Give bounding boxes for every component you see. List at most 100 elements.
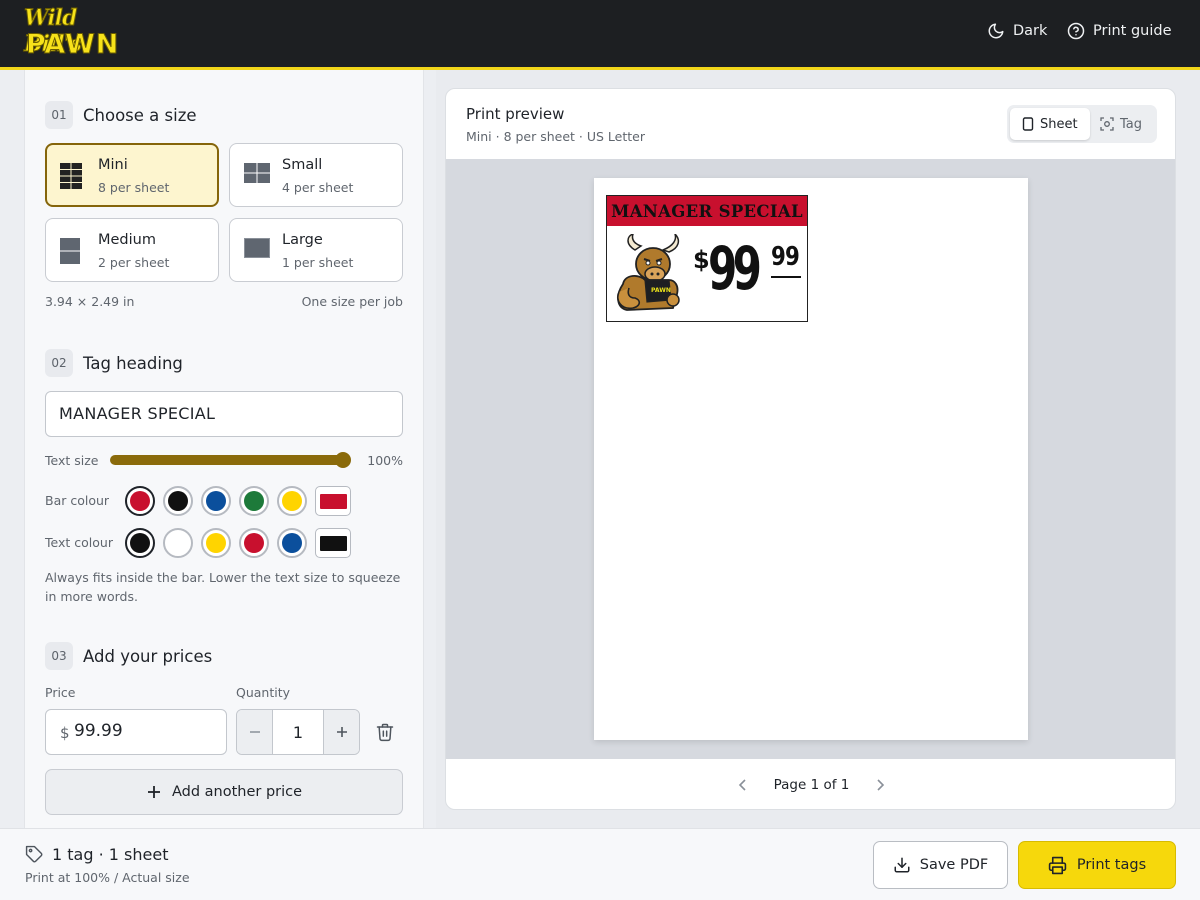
bar-colour-blue-swatch[interactable] bbox=[201, 486, 231, 516]
paper-sheet: MANAGER SPECIAL PAWN $ 99 99 bbox=[594, 178, 1028, 740]
price-label: Price bbox=[45, 685, 76, 700]
moon-icon bbox=[988, 23, 1004, 39]
job-summary-text: 1 tag · 1 sheet bbox=[52, 845, 169, 864]
size-per-sheet: 1 per sheet bbox=[282, 255, 354, 270]
step-number: 03 bbox=[45, 642, 73, 670]
logo[interactable]: Wild Bill's PAWN bbox=[24, 5, 132, 63]
price-input[interactable]: $ 99.99 bbox=[45, 709, 227, 755]
preview-mode-toggle: Sheet Tag bbox=[1007, 105, 1157, 143]
size-note: One size per job bbox=[301, 294, 403, 309]
printer-icon bbox=[1048, 856, 1067, 874]
swatch-fill bbox=[282, 491, 302, 511]
swatch-fill bbox=[168, 491, 188, 511]
print-preview-panel: Print preview Mini · 8 per sheet · US Le… bbox=[445, 88, 1176, 810]
job-summary: 1 tag · 1 sheet bbox=[25, 845, 168, 864]
chevron-right-icon[interactable] bbox=[873, 778, 887, 792]
tab-tag[interactable]: Tag bbox=[1088, 108, 1154, 140]
trash-icon[interactable] bbox=[375, 722, 395, 742]
quantity-stepper[interactable]: 1 bbox=[236, 709, 360, 755]
save-pdf-label: Save PDF bbox=[919, 857, 989, 873]
step-number: 02 bbox=[45, 349, 73, 377]
tag-cents-underline bbox=[771, 276, 801, 278]
svg-text:PAWN: PAWN bbox=[651, 287, 671, 294]
step-title: Choose a size bbox=[83, 105, 197, 125]
quantity-value[interactable]: 1 bbox=[273, 723, 323, 742]
text-colour-red-swatch[interactable] bbox=[239, 528, 269, 558]
size-option-medium[interactable]: Medium 2 per sheet bbox=[45, 218, 219, 282]
quantity-label: Quantity bbox=[236, 685, 291, 700]
help-circle-icon bbox=[1067, 22, 1085, 40]
add-price-label: Add another price bbox=[171, 784, 303, 800]
size-per-sheet: 2 per sheet bbox=[98, 255, 170, 270]
size-per-sheet: 4 per sheet bbox=[282, 180, 354, 195]
add-price-button[interactable]: Add another price bbox=[45, 769, 403, 815]
preview-canvas: MANAGER SPECIAL PAWN $ 99 99 bbox=[446, 159, 1175, 759]
text-colour-black-swatch[interactable] bbox=[125, 528, 155, 558]
bar-colour-red-swatch[interactable] bbox=[125, 486, 155, 516]
print-tags-button[interactable]: Print tags bbox=[1018, 841, 1176, 889]
text-colour-label: Text colour bbox=[45, 535, 113, 550]
step-choose-size: 01 Choose a size bbox=[45, 101, 197, 129]
increment-button[interactable] bbox=[323, 710, 359, 754]
tag-icon bbox=[25, 845, 43, 863]
custom-colour-fill bbox=[320, 536, 347, 551]
text-colour-blue-swatch[interactable] bbox=[277, 528, 307, 558]
text-colour-white-swatch[interactable] bbox=[163, 528, 193, 558]
text-size-slider[interactable] bbox=[110, 455, 350, 465]
price-tag[interactable]: MANAGER SPECIAL PAWN $ 99 99 bbox=[606, 195, 808, 322]
text-size-slider-thumb[interactable] bbox=[335, 452, 351, 468]
tab-sheet[interactable]: Sheet bbox=[1010, 108, 1090, 140]
print-tags-label: Print tags bbox=[1076, 857, 1147, 873]
tab-sheet-label: Sheet bbox=[1040, 116, 1078, 132]
size-option-small[interactable]: Small 4 per sheet bbox=[229, 143, 403, 207]
page-indicator: Page 1 of 1 bbox=[773, 777, 850, 793]
settings-panel: 01 Choose a size Mini 8 per sheet Small … bbox=[24, 70, 424, 828]
bar-colour-yellow-swatch[interactable] bbox=[277, 486, 307, 516]
text-size-value: 100% bbox=[367, 453, 403, 468]
bull-mascot-icon: PAWN bbox=[617, 234, 680, 311]
size-name: Large bbox=[282, 232, 323, 248]
tag-heading-text: MANAGER SPECIAL bbox=[611, 201, 803, 221]
step-title: Add your prices bbox=[83, 646, 213, 666]
text-colour-custom-picker[interactable] bbox=[315, 528, 351, 558]
step-tag-heading: 02 Tag heading bbox=[45, 349, 183, 377]
size-option-large[interactable]: Large 1 per sheet bbox=[229, 218, 403, 282]
print-guide-label: Print guide bbox=[1093, 23, 1172, 39]
size-name: Small bbox=[282, 157, 323, 173]
decrement-button[interactable] bbox=[237, 710, 273, 754]
step-add-prices: 03 Add your prices bbox=[45, 642, 212, 670]
custom-colour-fill bbox=[320, 494, 347, 509]
focus-icon bbox=[1100, 117, 1114, 131]
preview-subtitle: Mini · 8 per sheet · US Letter bbox=[466, 129, 645, 144]
size-per-sheet: 8 per sheet bbox=[98, 180, 170, 195]
tab-tag-label: Tag bbox=[1120, 116, 1143, 132]
swatch-fill bbox=[168, 533, 188, 553]
grid-8-icon bbox=[60, 163, 82, 189]
text-size-label: Text size bbox=[45, 453, 99, 468]
heading-hint: Always fits inside the bar. Lower the te… bbox=[45, 570, 401, 604]
save-pdf-button[interactable]: Save PDF bbox=[873, 841, 1008, 889]
heading-input[interactable]: MANAGER SPECIAL bbox=[45, 391, 403, 437]
footer-bar: 1 tag · 1 sheet Print at 100% / Actual s… bbox=[0, 828, 1200, 900]
preview-title: Print preview bbox=[466, 105, 565, 123]
print-guide-button[interactable]: Print guide bbox=[1067, 22, 1172, 40]
grid-4-icon bbox=[244, 163, 270, 183]
page-icon bbox=[1022, 117, 1034, 131]
plus-icon bbox=[147, 786, 160, 798]
chevron-left-icon[interactable] bbox=[736, 778, 750, 792]
size-option-mini[interactable]: Mini 8 per sheet bbox=[45, 143, 219, 207]
dark-mode-label: Dark bbox=[1013, 23, 1048, 39]
print-scale-note: Print at 100% / Actual size bbox=[25, 870, 190, 885]
bar-colour-green-swatch[interactable] bbox=[239, 486, 269, 516]
dark-mode-button[interactable]: Dark bbox=[987, 22, 1047, 40]
text-colour-yellow-swatch[interactable] bbox=[201, 528, 231, 558]
download-icon bbox=[894, 857, 910, 873]
bar-colour-custom-picker[interactable] bbox=[315, 486, 351, 516]
currency-symbol: $ bbox=[60, 724, 70, 742]
swatch-fill bbox=[282, 533, 302, 553]
swatch-fill bbox=[244, 491, 264, 511]
swatch-fill bbox=[130, 533, 150, 553]
bar-colour-black-swatch[interactable] bbox=[163, 486, 193, 516]
step-number: 01 bbox=[45, 101, 73, 129]
minus-icon bbox=[249, 731, 260, 733]
